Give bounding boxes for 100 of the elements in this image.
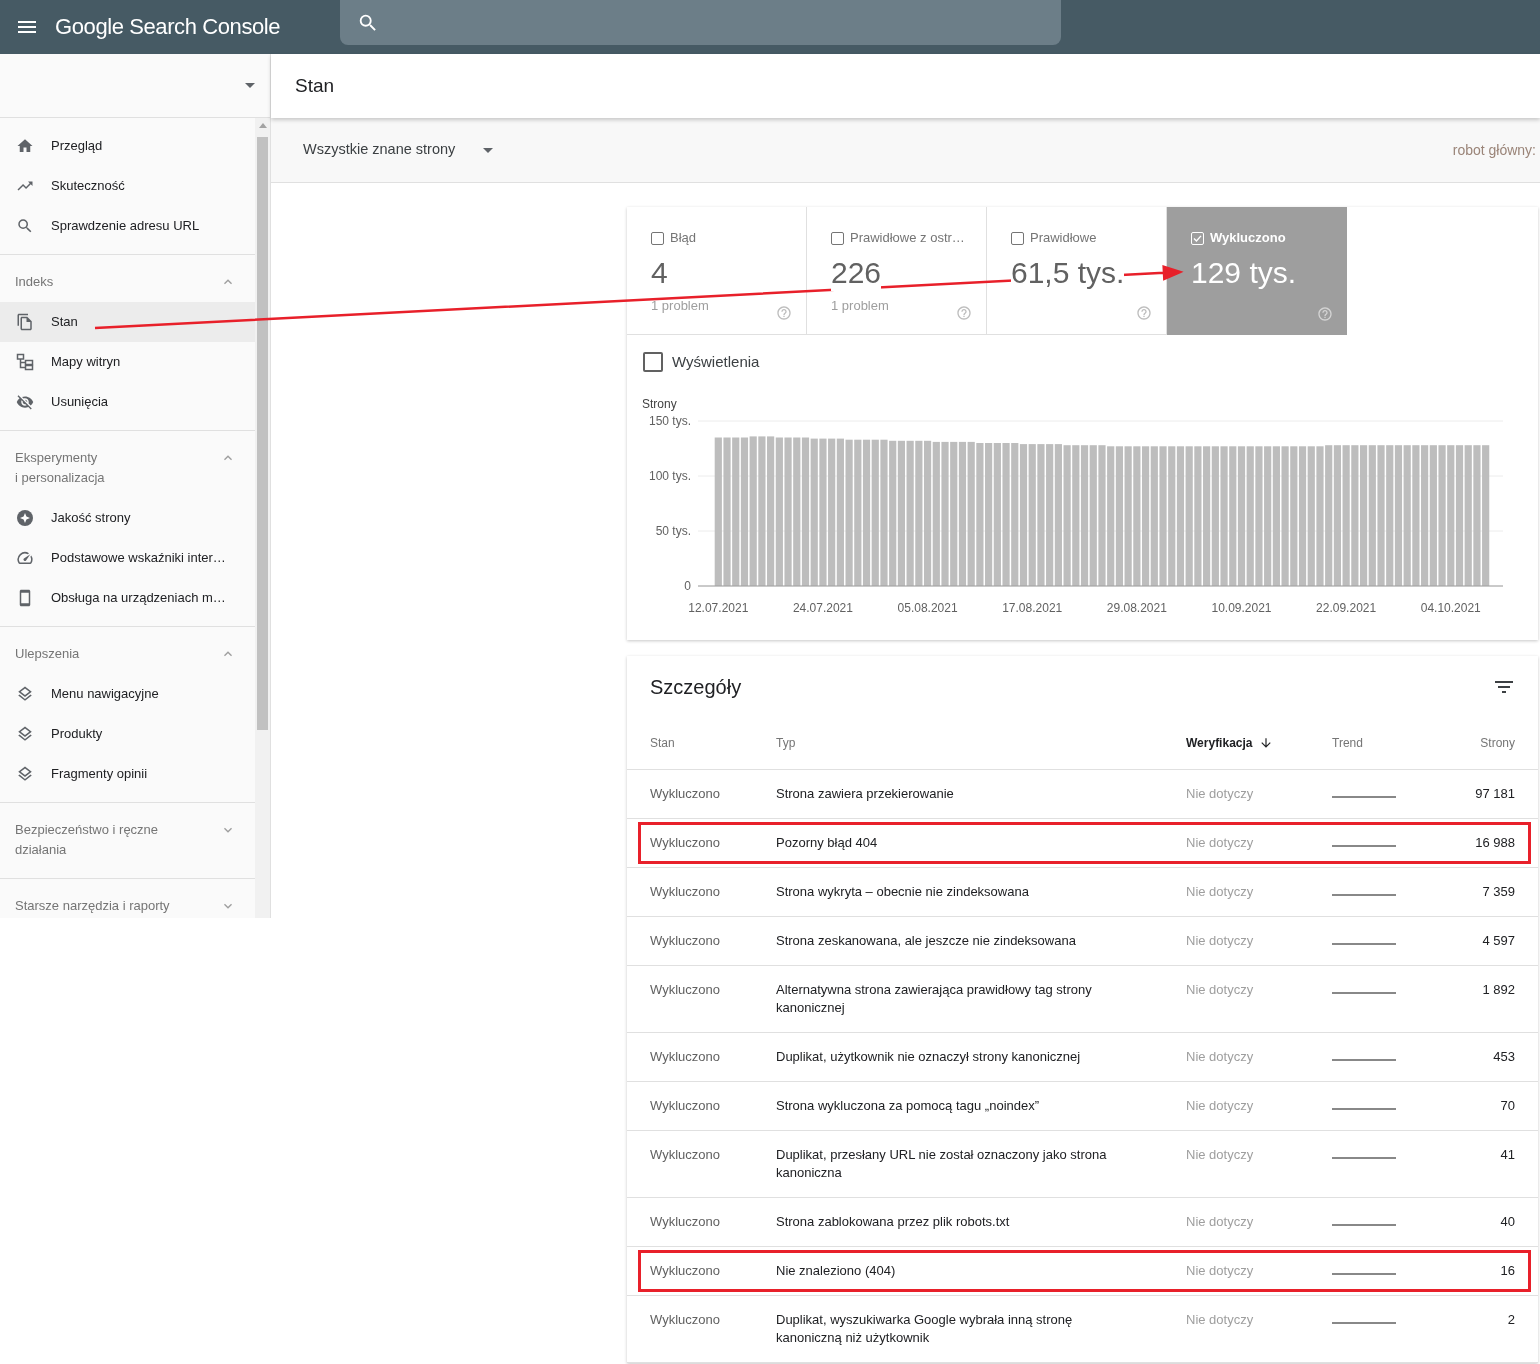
checkbox[interactable] <box>651 231 664 245</box>
layers-icon <box>16 765 34 783</box>
page-count: 4 597 <box>1482 931 1515 950</box>
nav-item[interactable]: Produkty <box>0 714 255 754</box>
table-row[interactable]: Wykluczono Strona zablokowana przez plik robots.txt Nie dotyczy 40 <box>638 1200 1531 1243</box>
search-field[interactable] <box>340 0 1061 45</box>
x-axis-label: 04.10.2021 <box>1420 600 1481 615</box>
table-row[interactable]: Wykluczono Strona zawiera przekierowanie Nie dotyczy 97 181 <box>638 772 1531 815</box>
column-header[interactable]: Stan <box>650 734 675 752</box>
column-header[interactable]: Typ <box>776 734 796 752</box>
table-row[interactable]: Wykluczono Strona wykryta – obecnie nie zindeksowana Nie dotyczy 7 359 <box>638 870 1531 913</box>
page-filter-dropdown[interactable]: Wszystkie znane strony <box>303 139 494 161</box>
scrollbar[interactable] <box>255 118 270 918</box>
status-text: Wykluczono <box>650 1310 720 1329</box>
nav-item[interactable]: Jakość strony <box>0 498 255 538</box>
check-icon <box>1193 234 1202 242</box>
column-header[interactable]: Trend <box>1332 734 1363 752</box>
page-count: 41 <box>1500 1145 1515 1164</box>
page-count: 70 <box>1500 1096 1515 1115</box>
y-axis-label: 0 <box>684 578 691 593</box>
nav-item[interactable]: Stan <box>0 302 255 342</box>
trend-sparkline <box>1332 1107 1396 1110</box>
issue-type: Pozorny błąd 404 <box>776 833 878 852</box>
page-count: 1 892 <box>1482 980 1515 999</box>
layers-icon <box>16 725 34 743</box>
trend-sparkline <box>1332 1223 1396 1226</box>
issue-type: Duplikat, przesłany URL nie został oznaczony jako strona kanoniczna <box>776 1145 1108 1182</box>
page-count: 453 <box>1493 1047 1515 1066</box>
table-row[interactable]: Wykluczono Nie znaleziono (404) Nie dotyczy 16 <box>638 1249 1531 1292</box>
status-text: Wykluczono <box>650 1212 720 1231</box>
validation-status: Nie dotyczy <box>1186 1047 1254 1066</box>
table-row[interactable]: Wykluczono Pozorny błąd 404 Nie dotyczy 16 988 <box>638 821 1531 864</box>
y-axis-label: 150 tys. <box>648 413 691 428</box>
nav-item[interactable]: Skuteczność <box>0 166 255 206</box>
status-text: Wykluczono <box>650 1047 720 1066</box>
x-axis-label: 22.09.2021 <box>1316 600 1377 615</box>
table-row[interactable]: Wykluczono Strona wykluczona za pomocą tagu „noindex” Nie dotyczy 70 <box>638 1084 1531 1127</box>
page-count: 7 359 <box>1482 882 1515 901</box>
card-label: Prawidłowe z ostr… <box>850 229 965 248</box>
nav-item[interactable]: Menu nawigacyjne <box>0 674 255 714</box>
issue-type: Duplikat, wyszukiwarka Google wybrała inną stronę kanoniczną niż użytkownik <box>776 1310 1074 1347</box>
checkbox[interactable] <box>1011 231 1024 245</box>
scroll-arrow-icon[interactable] <box>258 123 267 128</box>
status-text: Wykluczono <box>650 784 720 803</box>
table-row[interactable]: Wykluczono Strona zeskanowana, ale jeszcze nie zindeksowana Nie dotyczy 4 597 <box>638 919 1531 962</box>
column-header[interactable]: Strony <box>1480 734 1515 752</box>
section-header[interactable]: Starsze narzędzia i raporty <box>0 879 255 918</box>
section-header[interactable]: Ulepszenia <box>0 627 255 674</box>
section-header[interactable]: Bezpieczeństwo i ręczne działania <box>0 803 255 870</box>
gauge-icon <box>16 549 34 567</box>
table-row[interactable]: Wykluczono Duplikat, wyszukiwarka Google wybrała inną stronę kanoniczną niż użytkownik Nie dotyczy 2 <box>638 1298 1531 1359</box>
status-card[interactable]: Błąd 4 1 problem <box>627 207 807 335</box>
validation-status: Nie dotyczy <box>1186 980 1254 999</box>
trend-sparkline <box>1332 1156 1396 1159</box>
status-card[interactable]: Prawidłowe 61,5 tys. <box>987 207 1167 335</box>
issue-type: Strona zawiera przekierowanie <box>776 784 954 803</box>
validation-status: Nie dotyczy <box>1186 1096 1254 1115</box>
section-header[interactable]: Indeks <box>0 255 255 302</box>
nav-item[interactable]: Usunięcia <box>0 382 255 422</box>
help-icon[interactable] <box>1317 306 1333 322</box>
search-icon <box>16 217 34 235</box>
nav-item[interactable]: Podstawowe wskaźniki inter… <box>0 538 255 578</box>
x-axis-label: 24.07.2021 <box>792 600 853 615</box>
help-icon[interactable] <box>956 305 972 321</box>
issue-type: Strona zablokowana przez plik robots.txt <box>776 1212 1010 1231</box>
home-icon <box>16 137 34 155</box>
trend-sparkline <box>1332 893 1396 896</box>
x-axis-label: 12.07.2021 <box>688 600 749 615</box>
app-logo[interactable]: Google Search Console <box>55 13 281 41</box>
page-title: Stan <box>295 73 335 98</box>
nav-item[interactable]: Przegląd <box>0 126 255 166</box>
scrollbar-thumb[interactable] <box>257 137 268 730</box>
section-header[interactable]: Eksperymenty i personalizacja <box>0 431 255 498</box>
checkbox[interactable] <box>643 352 663 373</box>
checkbox-label: Wyświetlenia <box>672 352 760 372</box>
page-count: 16 <box>1500 1261 1515 1280</box>
page-count: 40 <box>1500 1212 1515 1231</box>
nav-item[interactable]: Obsługa na urządzeniach m… <box>0 578 255 618</box>
table-row[interactable]: Wykluczono Duplikat, użytkownik nie oznaczył strony kanonicznej Nie dotyczy 453 <box>638 1035 1531 1078</box>
layers-icon <box>16 685 34 703</box>
validation-status: Nie dotyczy <box>1186 1212 1254 1231</box>
table-row[interactable]: Wykluczono Duplikat, przesłany URL nie został oznaczony jako strona kanoniczna Nie dotyczy 41 <box>638 1133 1531 1194</box>
issue-type: Nie znaleziono (404) <box>776 1261 896 1280</box>
page-count: 97 181 <box>1475 784 1515 803</box>
table-row[interactable]: Wykluczono Alternatywna strona zawierająca prawidłowy tag strony kanonicznej Nie dotyczy 1 892 <box>638 968 1531 1029</box>
nav-item[interactable]: Fragmenty opinii <box>0 754 255 794</box>
status-text: Wykluczono <box>650 1145 720 1164</box>
x-axis-label: 17.08.2021 <box>1002 600 1063 615</box>
help-icon[interactable] <box>1136 305 1152 321</box>
card-detail: 1 problem <box>831 299 889 313</box>
section-title: Szczegóły <box>650 674 742 700</box>
trend-sparkline <box>1332 844 1396 847</box>
column-header[interactable]: Weryfikacja <box>1186 734 1273 752</box>
help-icon[interactable] <box>776 305 792 321</box>
status-text: Wykluczono <box>650 1096 720 1115</box>
nav-item[interactable]: Mapy witryn <box>0 342 255 382</box>
nav-item[interactable]: Sprawdzenie adresu URL <box>0 206 255 246</box>
status-card[interactable]: Prawidłowe z ostr… 226 1 problem <box>807 207 987 335</box>
checkbox[interactable] <box>831 231 844 245</box>
validation-status: Nie dotyczy <box>1186 1261 1254 1280</box>
